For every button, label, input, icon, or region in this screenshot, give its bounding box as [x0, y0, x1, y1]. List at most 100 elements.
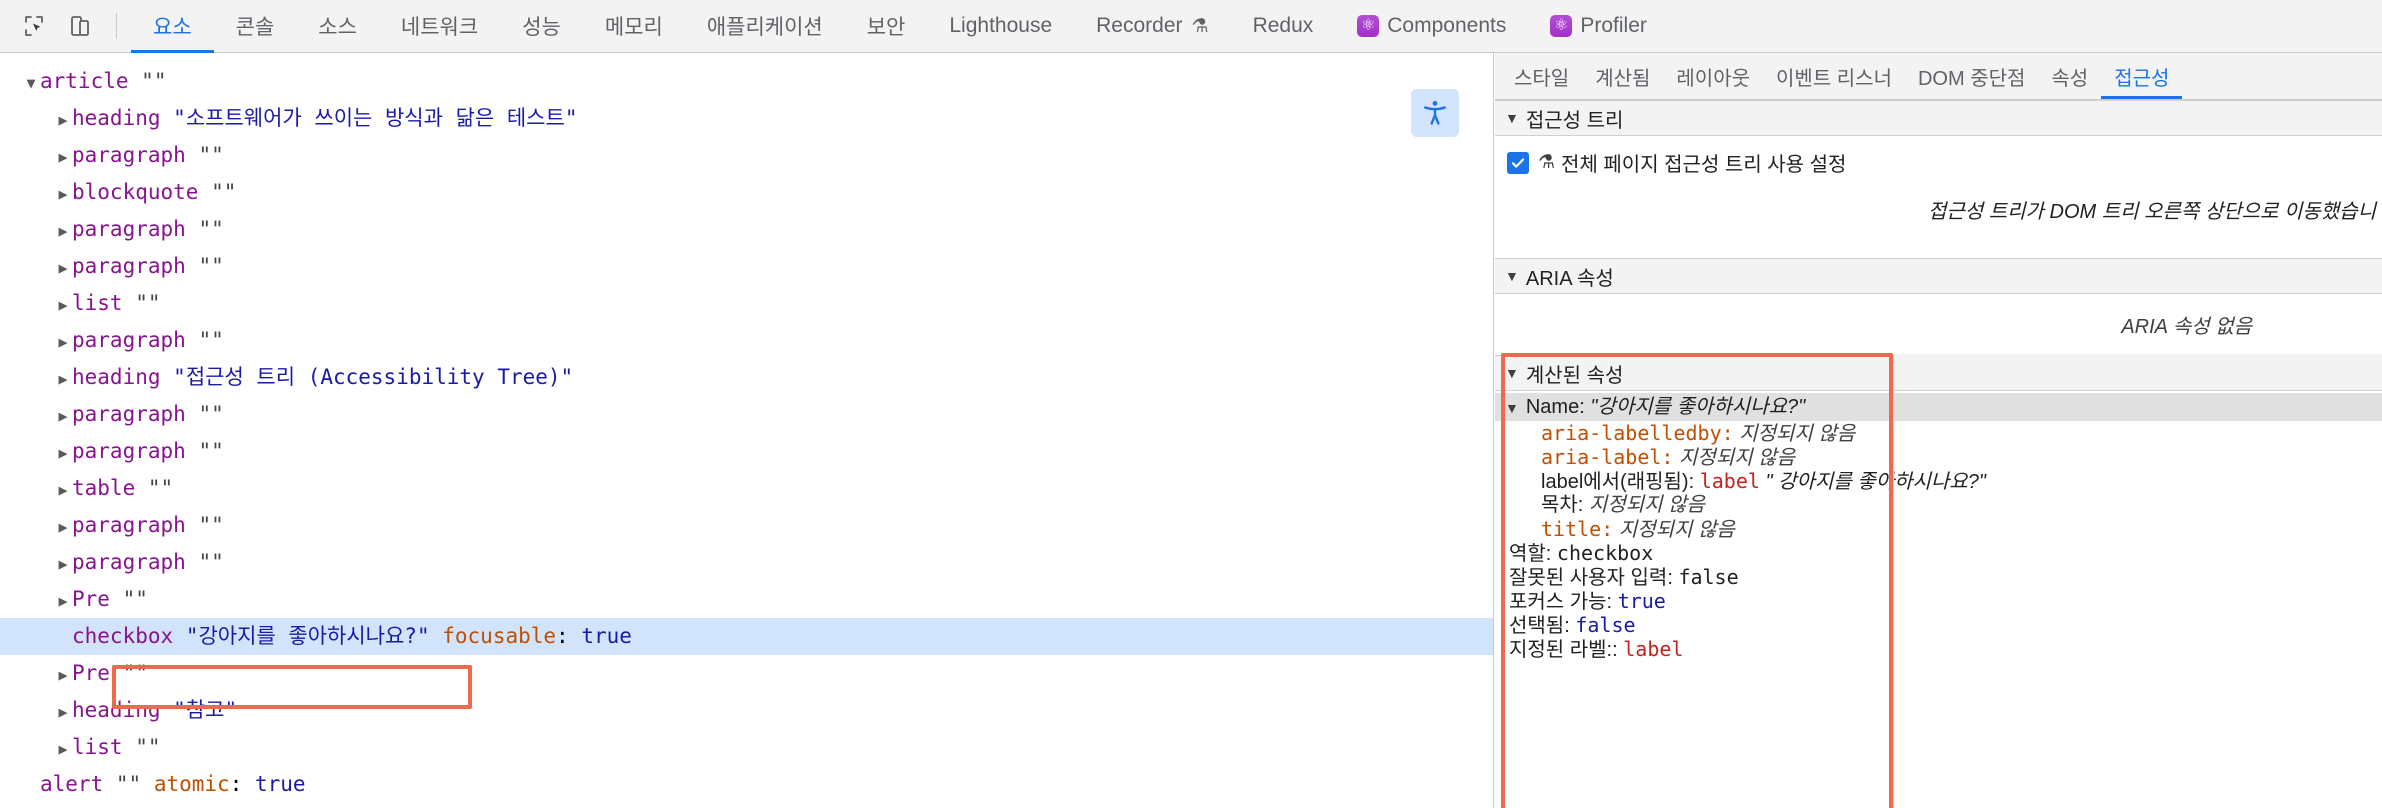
- tree-node[interactable]: alert "" atomic: true: [0, 766, 1493, 803]
- tree-node[interactable]: ▶ table "": [0, 470, 1493, 507]
- tree-node-role: list: [72, 735, 123, 759]
- chevron-right-icon[interactable]: ▶: [54, 287, 72, 324]
- full-page-a11y-tree-label: 전체 페이지 접근성 트리 사용 설정: [1561, 154, 1847, 176]
- computed-property-key: aria-label:: [1541, 445, 1674, 469]
- tree-node-selected[interactable]: checkbox "강아지를 좋아하시나요?" focusable: true: [0, 618, 1493, 655]
- sidebar-tab-3[interactable]: 이벤트 리스너: [1763, 53, 1905, 99]
- chevron-right-icon[interactable]: ▶: [54, 250, 72, 287]
- chevron-down-icon[interactable]: ▼: [22, 65, 40, 102]
- sidebar-tab-label: 스타일: [1514, 67, 1570, 90]
- sidebar-tab-label: 계산됨: [1595, 67, 1651, 90]
- chevron-right-icon[interactable]: ▶: [54, 694, 72, 731]
- computed-property-key: 지정된 라벨::: [1509, 639, 1618, 661]
- chevron-right-icon[interactable]: ▶: [54, 361, 72, 398]
- computed-property-value: checkbox: [1556, 541, 1654, 565]
- tree-node-role: paragraph: [72, 328, 186, 352]
- computed-property-row: 잘못된 사용자 입력: false: [1495, 565, 2382, 589]
- tab-성능[interactable]: 성능: [500, 0, 583, 53]
- tree-node-role: paragraph: [72, 513, 186, 537]
- accessibility-icon[interactable]: [1411, 89, 1459, 137]
- chevron-right-icon[interactable]: ▶: [54, 213, 72, 250]
- sidebar-tab-4[interactable]: DOM 중단점: [1905, 53, 2038, 99]
- chevron-right-icon[interactable]: ▶: [54, 398, 72, 435]
- computed-name-row[interactable]: ▼ Name: "강아지를 좋아하시나요?": [1495, 393, 2382, 421]
- tree-node[interactable]: ▶ paragraph "": [0, 248, 1493, 285]
- main-tab-bar: 요소 콘솔 소스 네트워크 성능 메모리 애플리케이션 보안 Lighthouse Recorde…: [131, 0, 1669, 53]
- chevron-right-icon[interactable]: ▶: [54, 102, 72, 139]
- tree-node[interactable]: ▶ heading "접근성 트리 (Accessibility Tree)": [0, 359, 1493, 396]
- chevron-right-icon[interactable]: ▶: [54, 583, 72, 620]
- tree-node[interactable]: ▶ Pre "": [0, 581, 1493, 618]
- toolbar-icon-group: [0, 7, 131, 45]
- sidebar-tab-6[interactable]: 접근성: [2101, 53, 2183, 99]
- chevron-right-icon[interactable]: ▶: [54, 546, 72, 583]
- chevron-right-icon[interactable]: ▶: [54, 731, 72, 768]
- sidebar-pane: 스타일 계산됨 레이아웃 이벤트 리스너 DOM 중단점 속성 접근성 ▼ 접근성 트리 ⚗…: [1495, 53, 2382, 808]
- tree-node-role: paragraph: [72, 217, 186, 241]
- accessibility-tree-body: ⚗ 전체 페이지 접근성 트리 사용 설정 접근성 트리가 DOM 트리 오른쪽…: [1495, 136, 2382, 258]
- chevron-right-icon[interactable]: ▶: [54, 472, 72, 509]
- tree-node[interactable]: ▶ paragraph "": [0, 211, 1493, 248]
- tree-node[interactable]: ▶ paragraph "": [0, 137, 1493, 174]
- tree-node-value: "": [141, 69, 167, 93]
- inspect-element-icon[interactable]: [14, 7, 54, 45]
- tab-콘솔[interactable]: 콘솔: [214, 0, 297, 53]
- tree-node-attr-name: atomic: [153, 772, 230, 796]
- tree-node-content: ▼ article "": [0, 63, 166, 102]
- tab-recorder[interactable]: Recorder ⚗: [1074, 0, 1230, 53]
- full-page-a11y-tree-row[interactable]: ⚗ 전체 페이지 접근성 트리 사용 설정: [1495, 136, 2382, 177]
- tree-node-content: ▶ heading "접근성 트리 (Accessibility Tree)": [0, 359, 573, 398]
- tree-node[interactable]: ▶ paragraph "": [0, 544, 1493, 581]
- tree-node[interactable]: ▶ paragraph "": [0, 396, 1493, 433]
- tree-node[interactable]: ▶ list "": [0, 285, 1493, 322]
- section-title: ARIA 속성: [1525, 267, 1614, 290]
- tab-요소[interactable]: 요소: [131, 0, 214, 53]
- tree-node[interactable]: ▶ paragraph "": [0, 507, 1493, 544]
- tab-redux[interactable]: Redux: [1231, 0, 1336, 53]
- tab-lighthouse[interactable]: Lighthouse: [927, 0, 1074, 53]
- sidebar-tab-0[interactable]: 스타일: [1501, 53, 1582, 99]
- computed-property-row: aria-labelledby: 지정되지 않음: [1495, 421, 2382, 445]
- chevron-right-icon[interactable]: ▶: [54, 139, 72, 176]
- sidebar-tab-2[interactable]: 레이아웃: [1663, 53, 1763, 99]
- tab-components[interactable]: Components: [1335, 0, 1528, 53]
- tree-node[interactable]: ▶ Pre "": [0, 655, 1493, 692]
- chevron-right-icon[interactable]: ▶: [54, 324, 72, 361]
- tab-네트워크[interactable]: 네트워크: [379, 0, 500, 53]
- tree-node[interactable]: ▶ paragraph "": [0, 433, 1493, 470]
- tree-node-value: "": [211, 180, 237, 204]
- tree-node-content: ▶ table "": [0, 470, 173, 509]
- tree-node[interactable]: ▶ heading "참고": [0, 692, 1493, 729]
- section-accessibility-tree[interactable]: ▼ 접근성 트리: [1495, 100, 2382, 136]
- chevron-right-icon[interactable]: ▶: [54, 435, 72, 472]
- tree-node-role: list: [72, 291, 123, 315]
- tree-node-role: paragraph: [72, 143, 186, 167]
- tree-node[interactable]: ▶ heading "소프트웨어가 쓰이는 방식과 닮은 테스트": [0, 100, 1493, 137]
- sidebar-tab-5[interactable]: 속성: [2038, 53, 2101, 99]
- tab-메모리[interactable]: 메모리: [583, 0, 685, 53]
- tree-node-content: ▶ list "": [0, 285, 160, 324]
- tree-node[interactable]: ▶ list "": [0, 729, 1493, 766]
- tab-profiler[interactable]: Profiler: [1528, 0, 1669, 53]
- checkbox-checked-icon[interactable]: [1507, 151, 1529, 174]
- computed-property-key: 포커스 가능:: [1509, 591, 1613, 613]
- sidebar-tab-label: 레이아웃: [1676, 67, 1751, 90]
- computed-property-value: false: [1678, 565, 1739, 589]
- chevron-right-icon[interactable]: ▶: [54, 657, 72, 694]
- chevron-right-icon[interactable]: ▶: [54, 509, 72, 546]
- tree-node-content: ▶ paragraph "": [0, 211, 224, 250]
- tree-node[interactable]: ▼ article "": [0, 63, 1493, 100]
- computed-property-key: aria-labelledby:: [1541, 421, 1734, 445]
- computed-right-column-bg: [1894, 354, 2382, 390]
- tab-보안[interactable]: 보안: [845, 0, 928, 53]
- section-aria-attributes[interactable]: ▼ ARIA 속성: [1495, 258, 2382, 294]
- tab-소스[interactable]: 소스: [296, 0, 379, 53]
- sidebar-tab-1[interactable]: 계산됨: [1582, 53, 1663, 99]
- tree-node[interactable]: ▶ paragraph "": [0, 322, 1493, 359]
- tree-node-value: "": [198, 217, 224, 241]
- tab-애플리케이션[interactable]: 애플리케이션: [685, 0, 845, 53]
- tree-node[interactable]: ▶ blockquote "": [0, 174, 1493, 211]
- devtools-toolbar: 요소 콘솔 소스 네트워크 성능 메모리 애플리케이션 보안 Lighthouse Recorde…: [0, 0, 2382, 53]
- chevron-right-icon[interactable]: ▶: [54, 176, 72, 213]
- device-toolbar-icon[interactable]: [60, 7, 100, 45]
